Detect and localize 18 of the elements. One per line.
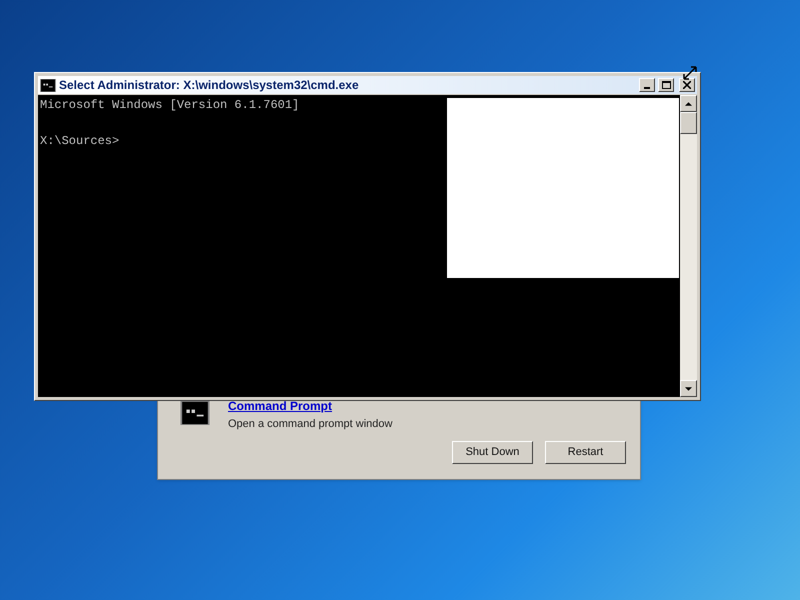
console-line: Microsoft Windows [Version 6.1.7601] — [40, 99, 300, 111]
window-title: Select Administrator: X:\windows\system32\cmd.exe — [59, 77, 360, 94]
scroll-down-button[interactable] — [680, 380, 697, 397]
scroll-thumb[interactable] — [680, 112, 697, 134]
maximize-button[interactable] — [658, 78, 674, 92]
minimize-button[interactable] — [639, 78, 655, 92]
cmd-window-icon — [40, 78, 56, 92]
up-arrow-icon — [685, 102, 692, 106]
close-button[interactable] — [679, 78, 695, 92]
scroll-up-button[interactable] — [680, 95, 697, 112]
down-arrow-icon — [685, 386, 692, 390]
option-description: Open a command prompt window — [228, 417, 392, 431]
close-icon — [683, 81, 691, 89]
shut-down-button[interactable]: Shut Down — [452, 441, 533, 464]
command-prompt-link[interactable]: Command Prompt — [228, 399, 392, 413]
resize-cursor-icon — [683, 66, 697, 80]
restart-button[interactable]: Restart — [545, 441, 626, 464]
console-line: X:\Sources> — [40, 135, 120, 147]
